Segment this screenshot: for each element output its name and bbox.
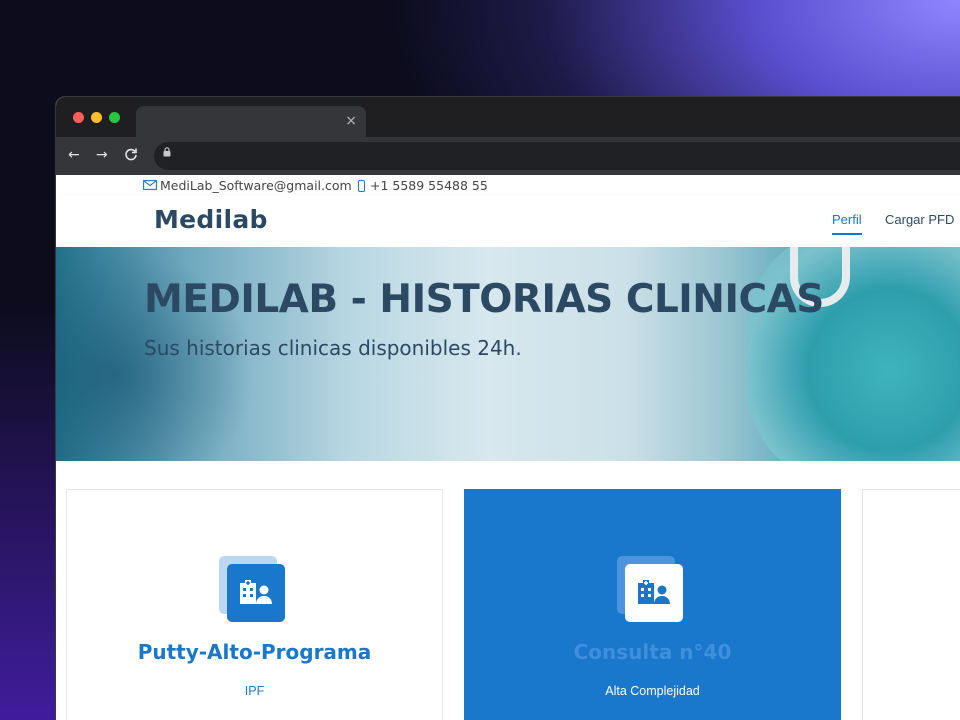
background-glow — [0, 300, 60, 720]
card-subtitle: Alta Complejidad — [605, 684, 700, 698]
close-window-button[interactable] — [73, 112, 84, 123]
card-icon — [617, 556, 683, 622]
site-header: Medilab Perfil Cargar PFD — [56, 195, 960, 247]
card-putty-alto-programa[interactable]: Putty-Alto-Programa IPF — [66, 489, 443, 720]
envelope-icon — [143, 179, 157, 193]
cards-section: Putty-Alto-Programa IPF Consulta n°40 Al… — [56, 489, 960, 720]
phone-icon — [358, 179, 365, 192]
back-arrow-icon[interactable]: ← — [68, 147, 80, 163]
hero-title: MEDILAB - HISTORIAS CLINICAS — [144, 277, 824, 322]
browser-tab[interactable]: × — [136, 106, 366, 137]
maximize-window-button[interactable] — [109, 112, 120, 123]
card-title: Consulta n°40 — [573, 640, 732, 664]
nav-link-perfil[interactable]: Perfil — [832, 212, 862, 235]
card-title: Putty-Alto-Programa — [137, 640, 372, 664]
tab-close-icon[interactable]: × — [345, 113, 357, 129]
contact-phone: +1 5589 55488 55 — [358, 178, 488, 193]
browser-window: × ← → MediLab_Software@gmail.com +1 5589… — [55, 96, 960, 720]
site-logo[interactable]: Medilab — [154, 205, 268, 234]
browser-titlebar: × — [56, 97, 960, 137]
card-icon — [219, 556, 285, 622]
hero-banner: MEDILAB - HISTORIAS CLINICAS Sus histori… — [56, 247, 960, 461]
website: MediLab_Software@gmail.com +1 5589 55488… — [56, 175, 960, 720]
email-text: MediLab_Software@gmail.com — [160, 178, 352, 193]
hero-subtitle: Sus historias clinicas disponibles 24h. — [144, 336, 522, 360]
reload-icon[interactable] — [124, 147, 138, 165]
address-bar[interactable] — [154, 142, 960, 170]
contact-email: MediLab_Software@gmail.com — [143, 178, 352, 193]
phone-text: +1 5589 55488 55 — [370, 178, 488, 193]
card-partial[interactable] — [862, 489, 960, 720]
nav-link-cargar-pfd[interactable]: Cargar PFD — [885, 212, 954, 227]
lock-icon — [163, 147, 171, 160]
forward-arrow-icon[interactable]: → — [96, 147, 108, 163]
card-consulta-40[interactable]: Consulta n°40 Alta Complejidad — [464, 489, 841, 720]
card-subtitle: IPF — [244, 684, 265, 698]
hospital-user-icon — [625, 564, 683, 622]
browser-toolbar: ← → — [56, 137, 960, 175]
contact-topbar: MediLab_Software@gmail.com +1 5589 55488… — [56, 175, 960, 195]
hospital-user-icon — [227, 564, 285, 622]
reload-glyph-icon — [125, 148, 137, 161]
minimize-window-button[interactable] — [91, 112, 102, 123]
